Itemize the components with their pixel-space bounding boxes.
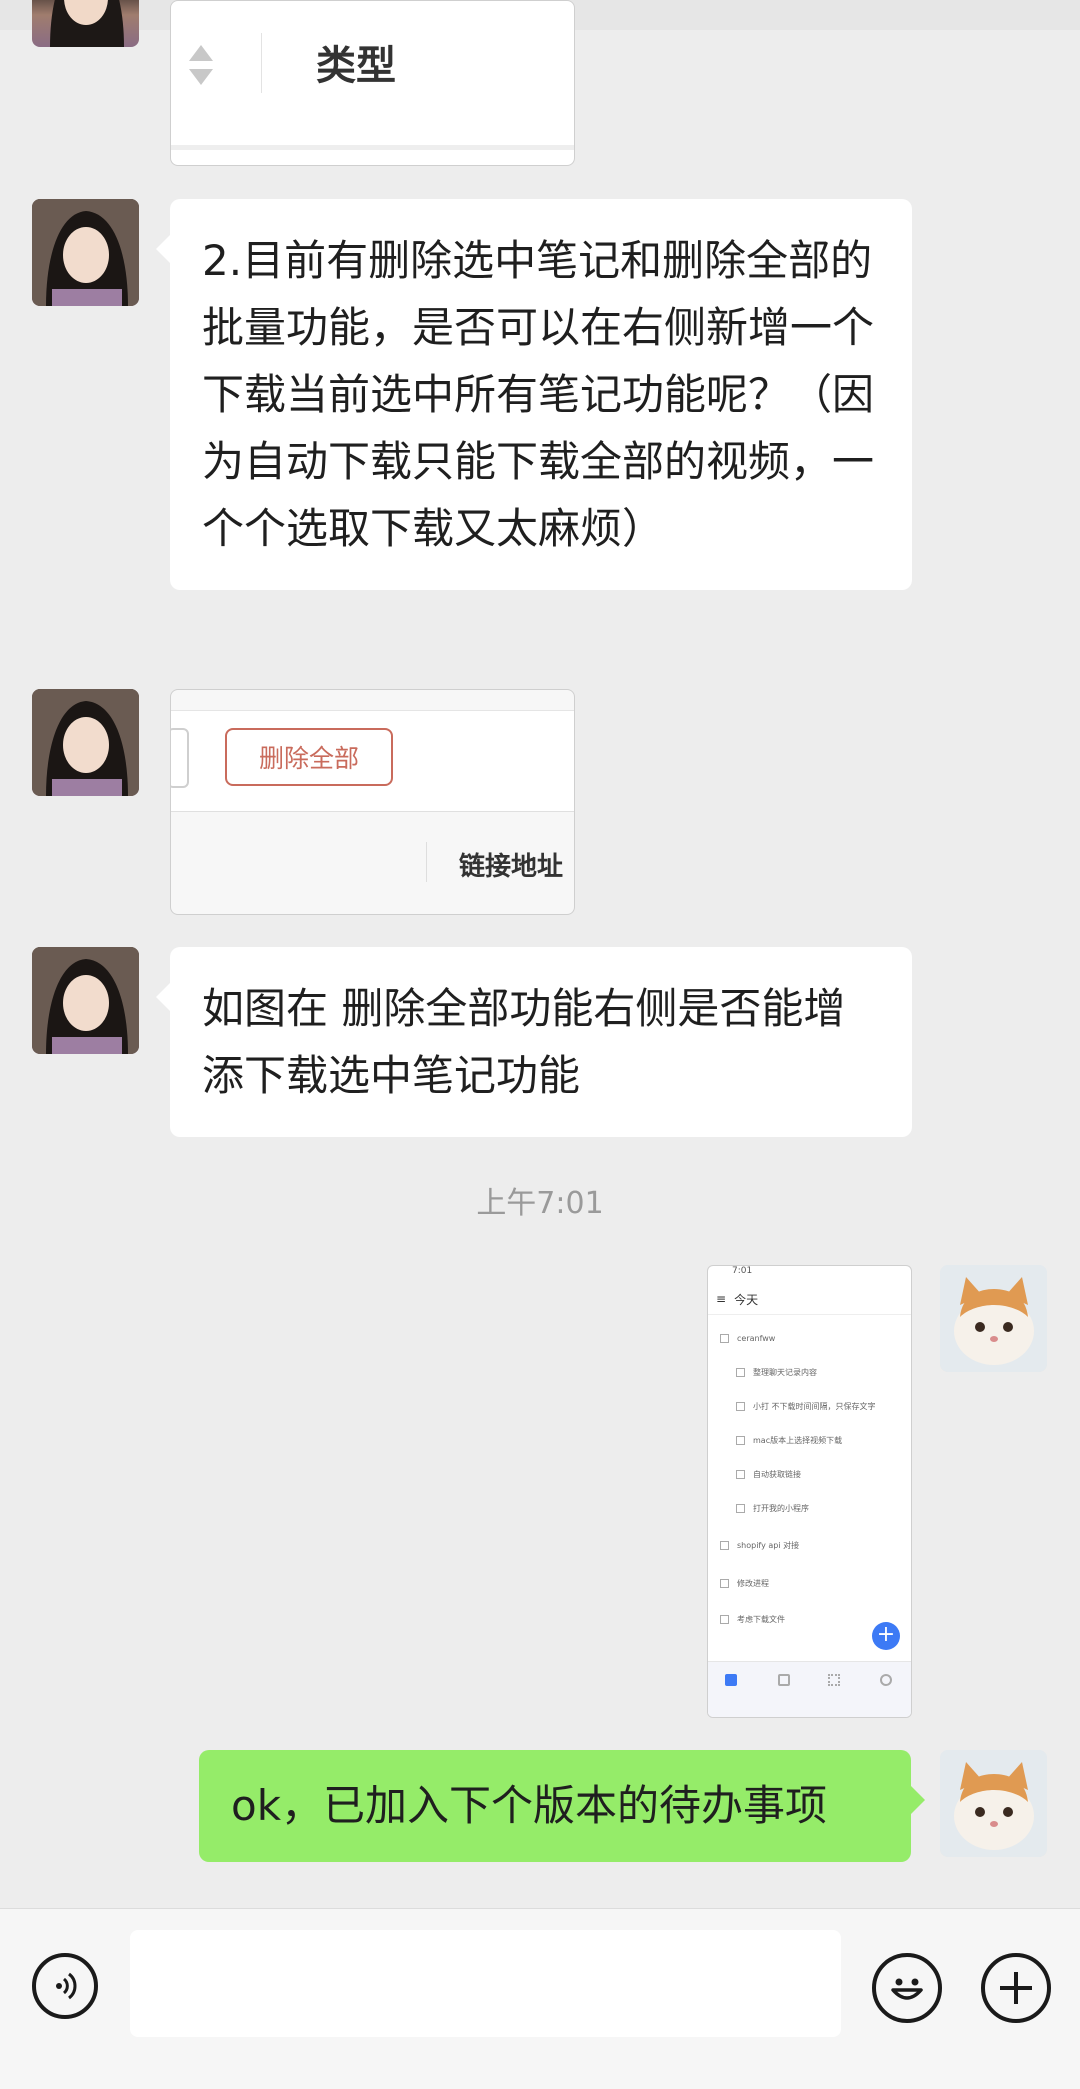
- menu-icon: ≡: [716, 1292, 727, 1306]
- sort-arrows-icon: [189, 45, 213, 85]
- contact-avatar[interactable]: [32, 199, 139, 306]
- my-message-bubble[interactable]: ok，已加入下个版本的待办事项: [199, 1750, 925, 1862]
- tab-today-icon: [725, 1674, 737, 1686]
- screenshot-image-message[interactable]: 7:01 ≡ 今天 ceranfww 整理聊天记录内容 小打 不下载时间间隔，只…: [707, 1265, 912, 1718]
- link-address-header: 链接地址: [459, 852, 564, 882]
- plus-icon: [1000, 1972, 1032, 2004]
- emoji-button[interactable]: [872, 1953, 942, 2023]
- contact-avatar[interactable]: [32, 689, 139, 796]
- my-avatar[interactable]: [940, 1265, 1047, 1372]
- emoji-icon: [891, 1978, 923, 2000]
- message-text: ok，已加入下个版本的待办事项: [231, 1781, 828, 1830]
- voice-input-button[interactable]: [32, 1953, 98, 2019]
- screenshot-status-time: 7:01: [732, 1266, 753, 1276]
- tab-grid-icon: [828, 1674, 840, 1686]
- message-input[interactable]: [130, 1930, 841, 2037]
- add-fab-icon: +: [872, 1622, 900, 1650]
- screenshot-title: 今天: [734, 1292, 759, 1307]
- message-text: 如图在 删除全部功能右侧是否能增添下载选中笔记功能: [202, 984, 846, 1100]
- delete-all-button[interactable]: 删除全部: [225, 728, 393, 786]
- todo-item: 整理聊天记录内容: [708, 1355, 911, 1389]
- message-bubble[interactable]: 2.目前有删除选中笔记和删除全部的批量功能，是否可以在右侧新增一个下载当前选中所…: [156, 199, 912, 590]
- contact-avatar[interactable]: [32, 947, 139, 1054]
- my-avatar[interactable]: [940, 1750, 1047, 1857]
- more-options-button[interactable]: [981, 1953, 1051, 2023]
- image-message-sort-column[interactable]: 类型: [170, 0, 575, 166]
- todo-item: 小打 不下载时间间隔，只保存文字: [708, 1389, 911, 1423]
- todo-item: 打开我的小程序: [708, 1491, 911, 1525]
- tab-settings-icon: [880, 1674, 892, 1686]
- todo-item: ceranfww: [708, 1321, 911, 1355]
- voice-icon: [56, 1972, 77, 2000]
- image-message-delete-all[interactable]: 删除全部 链接地址: [170, 689, 575, 915]
- message-bubble[interactable]: 如图在 删除全部功能右侧是否能增添下载选中笔记功能: [156, 947, 912, 1137]
- tab-calendar-icon: [778, 1674, 790, 1686]
- todo-item: 自动获取链接: [708, 1457, 911, 1491]
- timestamp: 上午7:01: [476, 1186, 604, 1221]
- sort-column-label: 类型: [316, 43, 396, 89]
- todo-item: 修改进程: [708, 1565, 911, 1601]
- contact-avatar[interactable]: [32, 0, 139, 47]
- message-text: 2.目前有删除选中笔记和删除全部的批量功能，是否可以在右侧新增一个下载当前选中所…: [202, 236, 875, 553]
- todo-item: shopify api 对接: [708, 1525, 911, 1565]
- todo-item: mac版本上选择视频下载: [708, 1423, 911, 1457]
